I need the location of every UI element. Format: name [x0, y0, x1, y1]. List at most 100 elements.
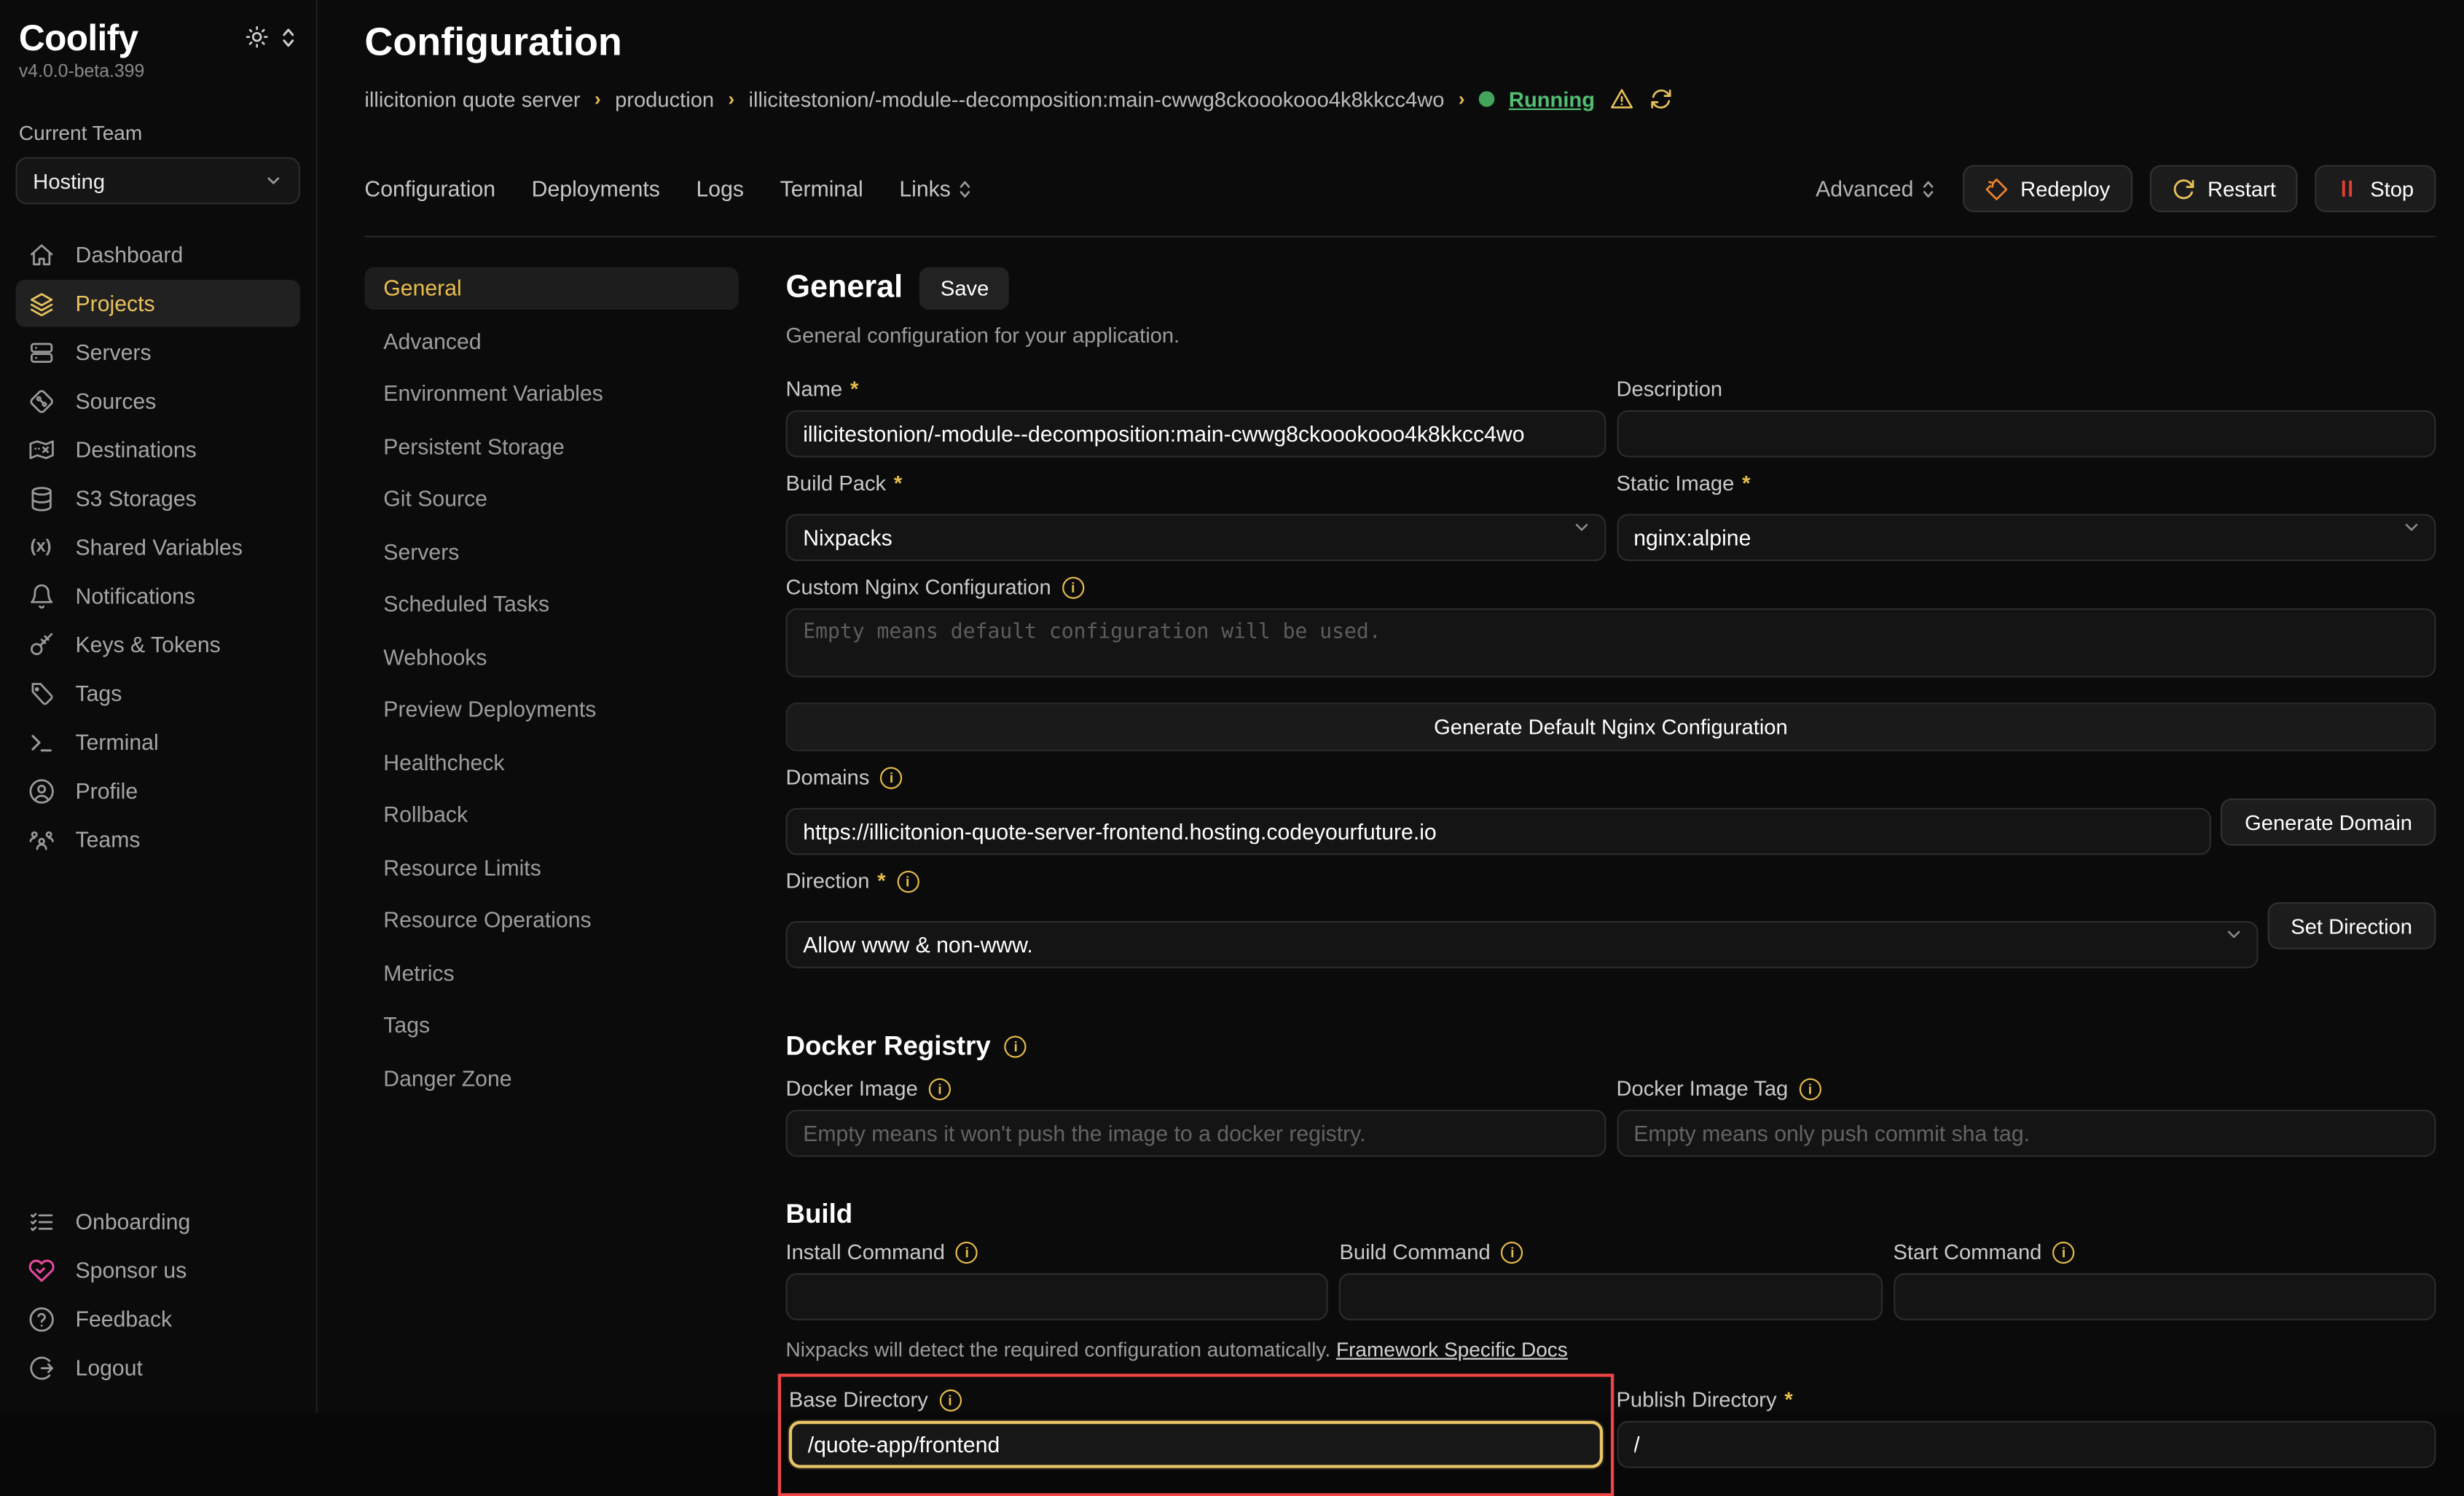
sidebar-item-onboarding[interactable]: Onboarding: [16, 1198, 300, 1245]
sidebar-item-projects[interactable]: Projects: [16, 281, 300, 328]
tab-links[interactable]: Links: [899, 176, 973, 202]
status-badge[interactable]: Running: [1509, 87, 1595, 111]
name-input[interactable]: [786, 410, 1606, 458]
framework-docs-link[interactable]: Framework Specific Docs: [1336, 1338, 1568, 1361]
subnav-item-healthcheck[interactable]: Healthcheck: [364, 741, 738, 783]
version-switch-chevrons-icon[interactable]: [280, 26, 297, 48]
redeploy-button[interactable]: Redeploy: [1962, 165, 2132, 212]
generate-nginx-button[interactable]: Generate Default Nginx Configuration: [786, 702, 2436, 751]
subnav-item-resource-operations[interactable]: Resource Operations: [364, 899, 738, 941]
subnav-item-advanced[interactable]: Advanced: [364, 320, 738, 362]
subnav-item-rollback[interactable]: Rollback: [364, 794, 738, 836]
info-icon[interactable]: i: [929, 1078, 951, 1100]
restart-button[interactable]: Restart: [2149, 165, 2298, 212]
tab-terminal[interactable]: Terminal: [780, 176, 863, 202]
advanced-dropdown[interactable]: Advanced: [1816, 176, 1936, 202]
subnav-item-git-source[interactable]: Git Source: [364, 478, 738, 520]
checklist-icon: [27, 1208, 55, 1235]
publish-directory-input[interactable]: [1616, 1421, 2436, 1468]
database-icon: [27, 485, 55, 512]
refresh-icon[interactable]: [1648, 87, 1674, 112]
info-icon[interactable]: i: [956, 1241, 978, 1263]
install-command-label: Install Command: [786, 1240, 945, 1264]
subnav-item-metrics[interactable]: Metrics: [364, 952, 738, 994]
info-icon[interactable]: i: [881, 767, 903, 788]
install-command-input[interactable]: [786, 1273, 1329, 1320]
custom-nginx-textarea[interactable]: [786, 608, 2436, 678]
section-subtitle: General configuration for your applicati…: [786, 324, 2436, 347]
tab-configuration[interactable]: Configuration: [364, 176, 495, 202]
subnav-item-webhooks[interactable]: Webhooks: [364, 636, 738, 678]
tab-logs[interactable]: Logs: [697, 176, 744, 202]
sidebar-item-logout[interactable]: Logout: [16, 1344, 300, 1391]
breadcrumb-environment[interactable]: production: [615, 87, 714, 111]
docker-image-tag-input[interactable]: [1616, 1110, 2436, 1157]
domains-label: Domains: [786, 765, 870, 788]
sidebar-item-servers[interactable]: Servers: [16, 329, 300, 376]
sidebar-item-teams[interactable]: Teams: [16, 816, 300, 863]
subnav-item-persistent-storage[interactable]: Persistent Storage: [364, 425, 738, 467]
section-title: General: [786, 270, 903, 307]
sidebar-item-sources[interactable]: Sources: [16, 377, 300, 425]
main-area: Configuration illicitonion quote server …: [318, 0, 2464, 1413]
info-icon[interactable]: i: [2052, 1241, 2074, 1263]
docker-image-input[interactable]: [786, 1110, 1606, 1157]
base-directory-input[interactable]: [789, 1421, 1602, 1468]
chevron-right-icon: ›: [728, 88, 734, 110]
build-pack-select[interactable]: [786, 514, 1606, 561]
stop-button[interactable]: Stop: [2315, 165, 2436, 212]
subnav-item-preview-deployments[interactable]: Preview Deployments: [364, 689, 738, 731]
info-icon[interactable]: i: [1062, 576, 1084, 598]
nixpacks-note-text: Nixpacks will detect the required config…: [786, 1338, 1331, 1361]
team-select-value: Hosting: [33, 170, 105, 193]
subnav-item-resource-limits[interactable]: Resource Limits: [364, 847, 738, 889]
sidebar-item-tags[interactable]: Tags: [16, 670, 300, 718]
info-icon[interactable]: i: [939, 1389, 961, 1411]
info-icon[interactable]: i: [897, 870, 919, 892]
page-title: Configuration: [364, 20, 2436, 66]
sidebar-item-sponsor[interactable]: Sponsor us: [16, 1247, 300, 1294]
sidebar-item-notifications[interactable]: Notifications: [16, 573, 300, 620]
subnav-item-servers[interactable]: Servers: [364, 530, 738, 573]
sidebar-item-shared-variables[interactable]: (x) Shared Variables: [16, 524, 300, 571]
set-direction-button[interactable]: Set Direction: [2267, 902, 2436, 949]
build-heading: Build: [786, 1199, 853, 1231]
info-icon[interactable]: i: [1502, 1241, 1523, 1263]
sidebar-item-keys-tokens[interactable]: Keys & Tokens: [16, 622, 300, 669]
tab-deployments[interactable]: Deployments: [532, 176, 660, 202]
chevron-right-icon: ›: [595, 88, 601, 110]
sidebar-item-profile[interactable]: Profile: [16, 767, 300, 815]
info-icon[interactable]: i: [1005, 1035, 1027, 1057]
subnav-item-danger-zone[interactable]: Danger Zone: [364, 1057, 738, 1100]
breadcrumb-project[interactable]: illicitonion quote server: [364, 87, 580, 111]
generate-domain-button[interactable]: Generate Domain: [2221, 799, 2436, 846]
subnav-item-tags[interactable]: Tags: [364, 1004, 738, 1046]
description-input[interactable]: [1616, 410, 2436, 458]
subnav-item-general[interactable]: General: [364, 267, 738, 310]
sidebar-item-terminal[interactable]: Terminal: [16, 718, 300, 766]
sidebar-item-label: Sources: [76, 388, 157, 414]
sidebar-item-label: Sponsor us: [76, 1258, 187, 1283]
build-command-input[interactable]: [1339, 1273, 1882, 1320]
sidebar-item-label: Terminal: [76, 729, 159, 755]
domains-input[interactable]: [786, 808, 2212, 855]
sidebar-item-feedback[interactable]: Feedback: [16, 1295, 300, 1342]
save-button[interactable]: Save: [920, 267, 1009, 310]
info-icon[interactable]: i: [1799, 1078, 1821, 1100]
sidebar-item-dashboard[interactable]: Dashboard: [16, 232, 300, 279]
team-select[interactable]: Hosting: [16, 157, 300, 205]
direction-select[interactable]: [786, 921, 2258, 968]
sidebar-item-s3-storages[interactable]: S3 Storages: [16, 475, 300, 522]
subnav-item-environment-variables[interactable]: Environment Variables: [364, 372, 738, 415]
user-icon: [27, 778, 55, 804]
warning-icon[interactable]: [1609, 87, 1634, 112]
theme-toggle-sun-icon[interactable]: [245, 26, 268, 49]
static-image-select[interactable]: [1616, 514, 2436, 561]
app-logo: Coolify: [19, 19, 138, 59]
sidebar-nav: Dashboard Projects Servers Sources Desti…: [16, 232, 300, 863]
breadcrumb-application[interactable]: illicitestonion/-module--decomposition:m…: [749, 87, 1445, 111]
start-command-input[interactable]: [1893, 1273, 2436, 1320]
sidebar-item-destinations[interactable]: Destinations: [16, 426, 300, 474]
tab-divider: [364, 236, 2436, 238]
subnav-item-scheduled-tasks[interactable]: Scheduled Tasks: [364, 583, 738, 625]
